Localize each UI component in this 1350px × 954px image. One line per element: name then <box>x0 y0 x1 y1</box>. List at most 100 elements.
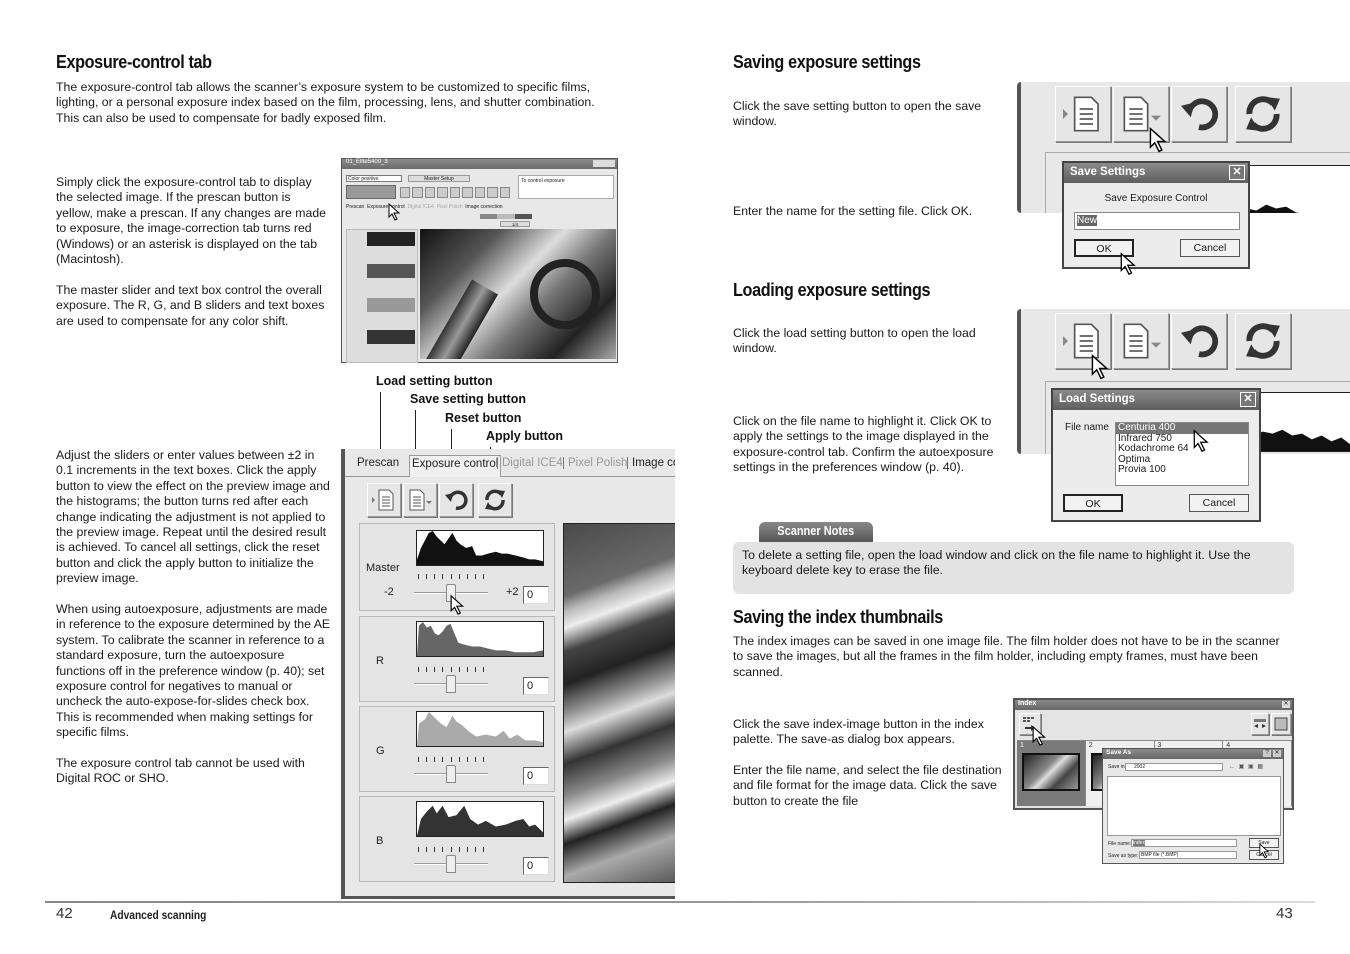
footer-rule <box>45 901 1315 903</box>
film-type-select[interactable]: Color positive <box>346 175 402 182</box>
body-text-2: The master slider and text box control t… <box>56 283 325 328</box>
reset-button[interactable] <box>439 483 473 517</box>
save-setting-button[interactable] <box>403 483 437 517</box>
load-dialog-titlebar: Load Settings ✕ <box>1053 390 1259 410</box>
save-as-type-select[interactable]: BMP file (*.BMP) <box>1139 851 1237 859</box>
slider-ticks <box>418 847 484 852</box>
save-as-dialog: Save As ? ✕ Save in: 2002 ← ▣ ▣ ▦ File n… <box>1102 748 1284 864</box>
small-tab-ice[interactable]: Digital ICE4 <box>407 204 433 210</box>
r-slider-thumb[interactable] <box>446 675 456 693</box>
apply-button-large[interactable] <box>1235 86 1291 142</box>
refresh-icon <box>485 489 505 511</box>
histogram-b <box>416 801 544 837</box>
g-slider-thumb[interactable] <box>446 765 456 783</box>
cursor-icon <box>1091 353 1109 380</box>
save-step-1: Click the save setting button to open th… <box>733 99 982 129</box>
apply-button[interactable] <box>478 483 512 517</box>
file-list[interactable]: Centuria 400 Infrared 750 Kodachrome 64 Opt… <box>1115 422 1249 486</box>
body-text-3: Adjust the sliders or enter values betwe… <box>56 448 330 586</box>
master-setup-button[interactable]: Master Setup <box>408 175 470 182</box>
channel-panel-g: G 0 <box>359 706 555 792</box>
r-value-input[interactable]: 0 <box>523 677 549 695</box>
load-dialog-title: Load Settings <box>1059 393 1136 405</box>
save-settings-dialog: Save Settings ✕ Save Exposure Control New… <box>1062 161 1250 276</box>
file-browser-area[interactable] <box>1107 776 1281 836</box>
small-preview-image <box>420 229 616 359</box>
apply-button-large[interactable] <box>1235 313 1291 369</box>
scan-buttons-group[interactable] <box>346 185 396 199</box>
cursor-icon <box>388 203 401 221</box>
reset-button-large[interactable] <box>1171 86 1227 142</box>
slider-ticks <box>418 757 484 762</box>
small-tab-pixel[interactable]: Pixel Polish <box>437 204 463 210</box>
reset-button-large[interactable] <box>1171 313 1227 369</box>
index-title: Index <box>1018 700 1037 707</box>
b-slider-thumb[interactable] <box>446 855 456 873</box>
cursor-icon <box>1120 252 1136 276</box>
file-name-label: File name: <box>1108 841 1132 847</box>
channel-panel-b: B 0 <box>359 796 555 882</box>
fit-frame-icon <box>1274 717 1288 731</box>
file-list-item[interactable]: Provia 100 <box>1116 464 1248 476</box>
load-setting-button[interactable] <box>367 483 401 517</box>
tab-exposure-control[interactable]: Exposure control <box>409 455 502 477</box>
cancel-button[interactable]: Cancel <box>1180 239 1240 257</box>
index-frame-size-button[interactable] <box>1251 713 1269 735</box>
tab-image-correction[interactable]: Image cor <box>627 457 675 469</box>
close-icon[interactable]: ✕ <box>1240 392 1256 407</box>
g-value-input[interactable]: 0 <box>523 767 549 785</box>
tab-prescan[interactable]: Prescan <box>357 457 399 469</box>
small-tab-correction[interactable]: Image correction <box>465 204 502 210</box>
callout-reset: Reset button <box>445 411 522 425</box>
window-title: 01_Elite5400_3 <box>346 159 388 165</box>
index-frame-number: 1 <box>1020 742 1024 749</box>
window-controls[interactable] <box>593 160 615 167</box>
load-step-1: Click the load setting button to open th… <box>733 326 976 356</box>
file-list-item[interactable]: Kodachrome 64 <box>1116 443 1248 455</box>
refresh-icon <box>1246 323 1280 359</box>
cursor-icon <box>1193 429 1209 453</box>
zoom-readout[interactable]: 1/4 <box>500 221 530 227</box>
index-fit-button[interactable] <box>1271 713 1291 735</box>
save-as-title: Save As <box>1106 749 1132 756</box>
tool-buttons <box>400 187 510 198</box>
load-setting-button-large[interactable] <box>1055 86 1111 142</box>
save-as-type-label: Save as type: <box>1108 853 1139 859</box>
b-value-input[interactable]: 0 <box>523 857 549 875</box>
small-tab-prescan[interactable]: Prescan <box>346 204 364 210</box>
body-text-4: When using autoexposure, adjustments are… <box>56 602 331 740</box>
close-icon[interactable]: ✕ <box>1282 701 1290 708</box>
file-name-input[interactable]: index <box>1131 839 1237 847</box>
folder-nav-icons[interactable]: ← ▣ ▣ ▦ <box>1229 763 1277 771</box>
close-icon[interactable]: ✕ <box>1273 750 1281 757</box>
page-number-left: 42 <box>56 905 73 922</box>
index-thumbnail <box>1022 753 1080 791</box>
channel-panel-r: R 0 <box>359 616 555 702</box>
save-file-icon <box>409 489 432 511</box>
file-list-item[interactable]: Centuria 400 <box>1116 422 1248 434</box>
master-value-input[interactable]: 0 <box>523 586 549 604</box>
intro-text: The exposure-control tab allows the scan… <box>56 80 595 125</box>
channel-label-b: B <box>376 835 384 847</box>
channel-bar <box>480 214 532 219</box>
tab-pixel-polish[interactable]: Pixel Polish <box>563 457 627 469</box>
help-icon[interactable]: ? <box>1263 750 1271 757</box>
setting-name-input[interactable]: New <box>1074 212 1240 230</box>
histogram-master <box>416 530 544 566</box>
index-frame[interactable]: 1 <box>1017 741 1086 806</box>
ok-button[interactable]: OK <box>1063 494 1123 512</box>
callout-save-setting: Save setting button <box>410 392 526 406</box>
cursor-icon <box>1032 725 1047 746</box>
cancel-button[interactable]: Cancel <box>1189 494 1249 512</box>
cursor-icon <box>450 594 465 615</box>
setting-name-value: New <box>1077 215 1098 226</box>
save-setting-button-large[interactable] <box>1113 313 1169 369</box>
scanner-notes-tab: Scanner Notes <box>759 522 873 542</box>
index-titlebar: Index ✕ <box>1015 700 1292 710</box>
histogram-r <box>416 621 544 657</box>
save-dialog-caption: Save Exposure Control <box>1104 193 1208 204</box>
save-in-label: Save in: <box>1108 764 1127 770</box>
tab-digital-ice4[interactable]: Digital ICE4 <box>497 457 563 469</box>
close-icon[interactable]: ✕ <box>1229 165 1245 180</box>
save-in-select[interactable]: 2002 <box>1125 763 1223 771</box>
